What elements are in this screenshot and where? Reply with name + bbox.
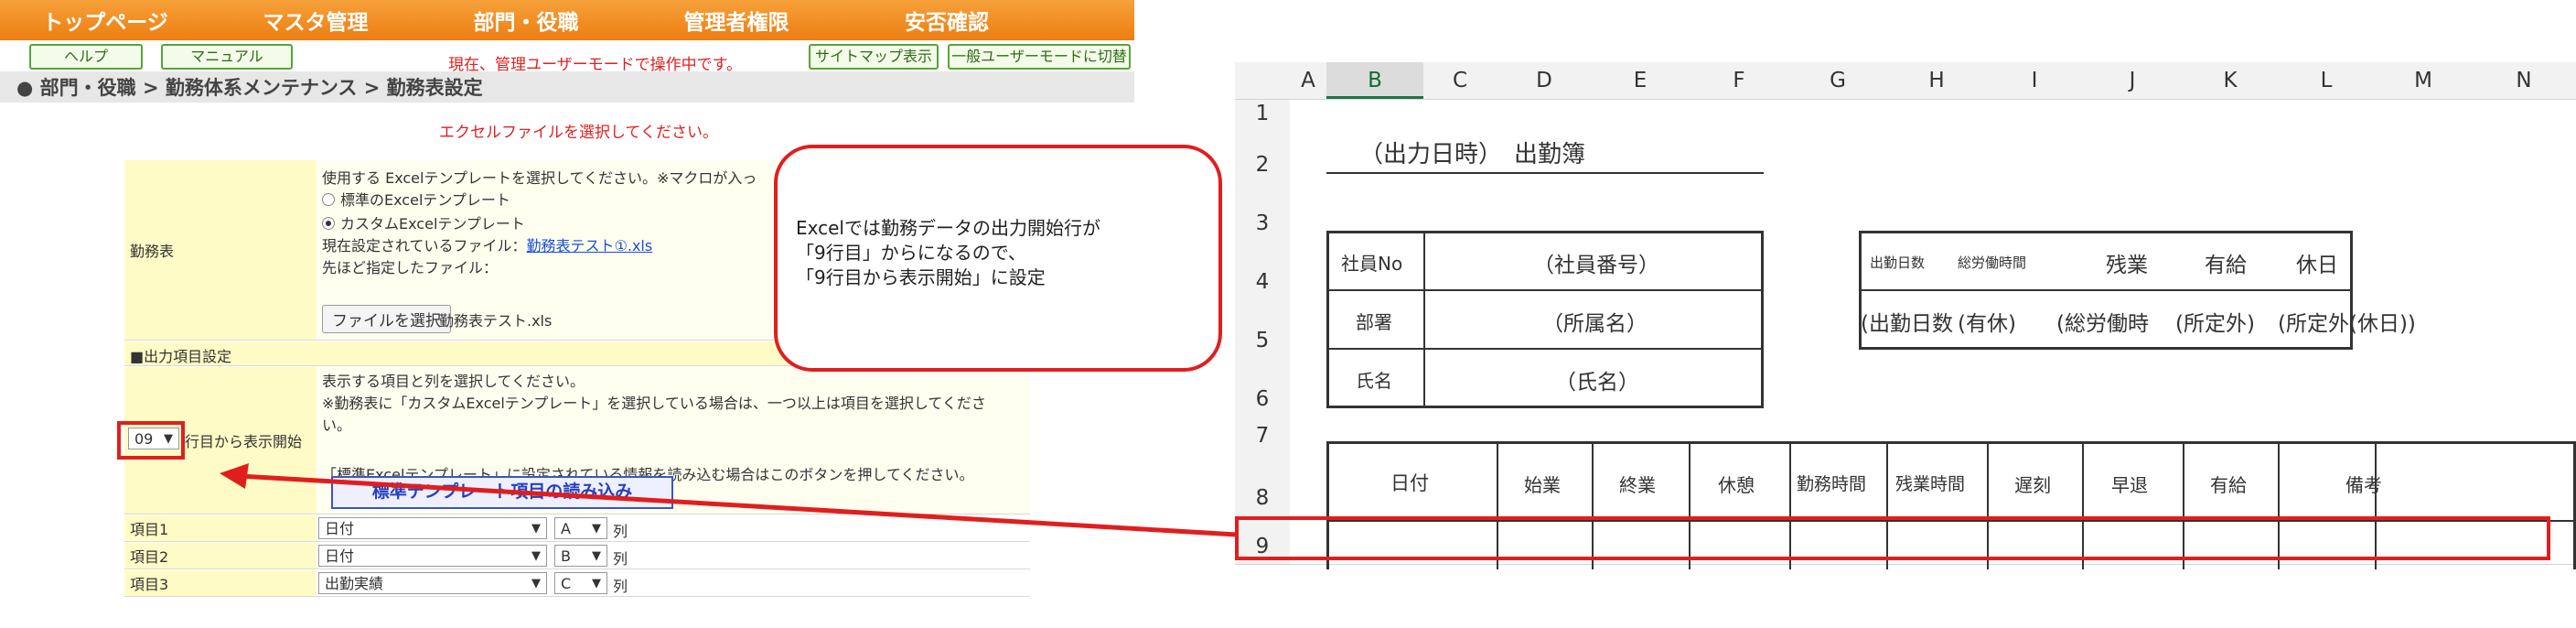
arrow-head-icon (220, 463, 249, 489)
arrow-line (239, 473, 1238, 537)
pointer-arrow (220, 463, 1238, 537)
